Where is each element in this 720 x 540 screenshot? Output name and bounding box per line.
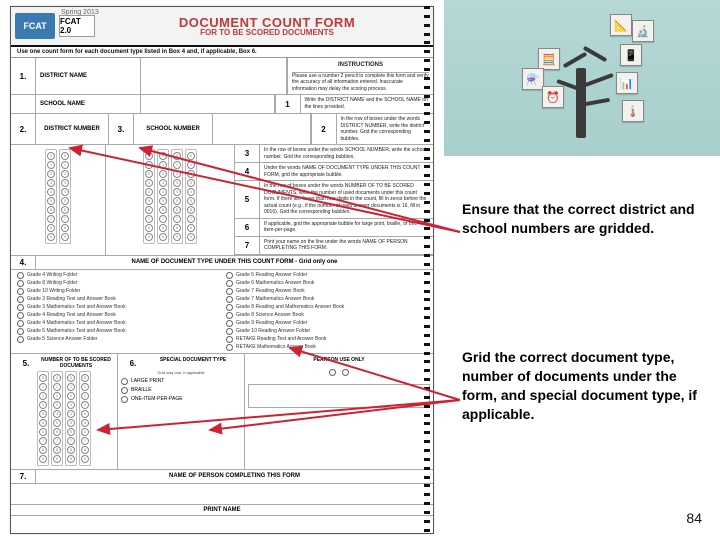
instruction-2: In the row of boxes under the words DIST… <box>337 114 434 144</box>
school-number-grid[interactable]: 0123456789012345678901234567890123456789 <box>110 149 230 244</box>
leaf-icon: 🧮 <box>538 48 560 70</box>
leaf-icon: 🌡️ <box>622 100 644 122</box>
doc-type-option[interactable]: Grade 9 Reading Answer Folder <box>226 320 427 327</box>
doc-type-option[interactable]: Grade 8 Writing Folder <box>17 280 218 287</box>
timing-marks <box>424 6 430 532</box>
knowledge-tree: 📐 🔬 📱 🧮 ⚗️ ⏰ 📊 🌡️ <box>512 8 652 148</box>
doc-type-option[interactable]: Grade 5 Reading Answer Folder <box>226 272 427 279</box>
pearson-box-label: PEARSON USE ONLY <box>248 357 430 363</box>
instruction-6: If applicable, grid the appropriate bubb… <box>260 219 433 236</box>
box-number: 7. <box>11 470 36 483</box>
doc-type-option[interactable]: Grade 3 Reading Test and Answer Book <box>17 296 218 303</box>
fcat-logo: FCAT <box>15 13 55 39</box>
school-name-label: SCHOOL NAME <box>36 95 141 113</box>
box-number: 2. <box>11 114 36 144</box>
section7-label: NAME OF PERSON COMPLETING THIS FORM <box>36 470 433 483</box>
doc-type-option[interactable]: Grade 4 Mathematics Test and Answer Book <box>17 320 218 327</box>
instructions-head: INSTRUCTIONS <box>292 60 429 73</box>
special-doc-option[interactable]: ONE-ITEM-PER-PAGE <box>121 396 241 403</box>
pearson-bubble <box>342 369 349 376</box>
pearson-bubble <box>329 369 336 376</box>
doc-type-option[interactable]: Grade 10 Reading Answer Folder <box>226 328 427 335</box>
form-subhead: Use one count form for each document typ… <box>11 47 433 58</box>
pearson-box <box>248 384 430 408</box>
doc-type-option[interactable]: RETAKE Mathematics Answer Book <box>226 344 427 351</box>
callout-district-school: Ensure that the correct district and sch… <box>462 200 710 238</box>
instructions-intro: Please use a number 2 pencil to complete… <box>292 73 429 93</box>
leaf-icon: 📱 <box>620 44 642 66</box>
doc-type-option[interactable]: Grade 7 Mathematics Answer Book <box>226 296 427 303</box>
district-name-field[interactable] <box>141 58 287 94</box>
doc-type-option[interactable]: Grade 10 Writing Folder <box>17 288 218 295</box>
doc-type-option[interactable]: Grade 3 Mathematics Test and Answer Book <box>17 304 218 311</box>
instruction-3: In the row of boxes under the words SCHO… <box>260 145 433 162</box>
leaf-icon: ⚗️ <box>522 68 544 90</box>
school-name-field[interactable] <box>141 95 275 113</box>
doc-type-option[interactable]: Grade 8 Reading and Mathematics Answer B… <box>226 304 427 311</box>
box-number: 5. <box>14 357 38 371</box>
page-number: 84 <box>686 510 702 526</box>
doc-type-option[interactable]: Grade 7 Reading Answer Book <box>226 288 427 295</box>
document-count-form: Spring 2013 FCAT FCAT 2.0 DOCUMENT COUNT… <box>10 6 434 534</box>
doc-type-option[interactable]: Grade 4 Writing Folder <box>17 272 218 279</box>
instruction-1: Write the DISTRICT NAME and the SCHOOL N… <box>301 95 434 113</box>
school-number-label: SCHOOL NUMBER <box>134 114 213 144</box>
section4-label: NAME OF DOCUMENT TYPE UNDER THIS COUNT F… <box>36 256 433 269</box>
special-doc-option[interactable]: LARGE PRINT <box>121 378 241 385</box>
box-number: 1. <box>11 58 36 94</box>
doc-type-option[interactable]: Grade 6 Mathematics Answer Book <box>226 280 427 287</box>
doc-type-option[interactable]: Grade 4 Reading Test and Answer Book <box>17 312 218 319</box>
district-name-label: DISTRICT NAME <box>36 58 141 94</box>
special-doc-option[interactable]: BRAILLE <box>121 387 241 394</box>
callout-doc-type: Grid the correct document type, number o… <box>462 348 710 424</box>
term-label: Spring 2013 <box>61 9 99 16</box>
form-subtitle: FOR TO BE SCORED DOCUMENTS <box>101 28 433 37</box>
box5-head: NUMBER OF TO BE SCORED DOCUMENTS <box>38 357 114 369</box>
leaf-icon: 📊 <box>616 72 638 94</box>
district-number-label: DISTRICT NUMBER <box>36 114 109 144</box>
box-number: 3. <box>109 114 134 144</box>
instruction-5: In the row of boxes under the words NUMB… <box>260 181 433 218</box>
leaf-icon: 🔬 <box>632 20 654 42</box>
instruction-4: Under the words NAME OF DOCUMENT TYPE UN… <box>260 163 433 180</box>
print-name-label: PRINT NAME <box>11 505 433 516</box>
hero-banner: 📐 🔬 📱 🧮 ⚗️ ⏰ 📊 🌡️ <box>444 0 720 156</box>
box-number: 4. <box>11 256 36 269</box>
box-number: 6. <box>121 357 145 370</box>
doc-count-grid[interactable]: 0123456789012345678901234567890123456789 <box>14 371 114 466</box>
document-type-list[interactable]: Grade 4 Writing FolderGrade 8 Writing Fo… <box>11 270 433 354</box>
doc-type-option[interactable]: Grade 5 Science Answer Folder <box>17 336 218 343</box>
leaf-icon: ⏰ <box>542 86 564 108</box>
name-field[interactable] <box>11 484 433 504</box>
instruction-7: Print your name on the line under the wo… <box>260 237 433 254</box>
district-number-grid[interactable]: 01234567890123456789 <box>15 149 101 244</box>
box6-sub: Grid only one, if applicable <box>121 370 241 375</box>
fcat2-logo: FCAT 2.0 <box>59 15 95 37</box>
box6-head: SPECIAL DOCUMENT TYPE <box>145 357 241 368</box>
doc-type-option[interactable]: Grade 8 Science Answer Book <box>226 312 427 319</box>
doc-type-option[interactable]: RETAKE Reading Test and Answer Book <box>226 336 427 343</box>
leaf-icon: 📐 <box>610 14 632 36</box>
doc-type-option[interactable]: Grade 5 Mathematics Test and Answer Book <box>17 328 218 335</box>
